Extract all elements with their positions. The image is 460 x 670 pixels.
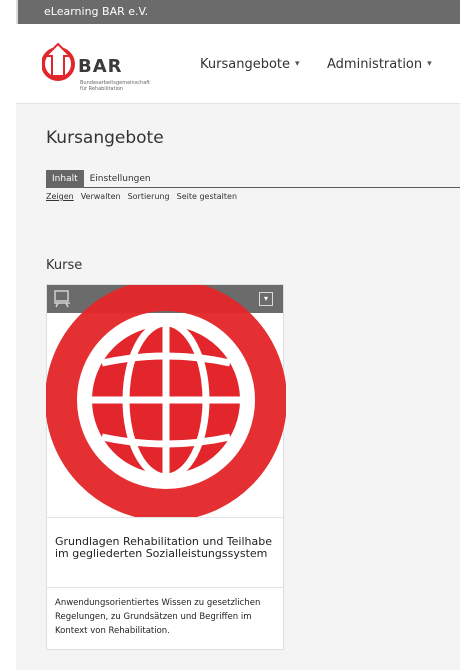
tab-inhalt[interactable]: Inhalt bbox=[46, 170, 84, 188]
subnav-seite-gestalten[interactable]: Seite gestalten bbox=[177, 192, 237, 201]
app-window: eLearning BAR e.V. BAR Bundesarbeitsgeme… bbox=[16, 0, 460, 670]
subnav-zeigen[interactable]: Zeigen bbox=[46, 192, 74, 201]
nav-item-kursangebote[interactable]: Kursangebote ▾ bbox=[200, 24, 300, 104]
bar-logo[interactable]: BAR Bundesarbeitsgemeinschaft für Rehabi… bbox=[41, 38, 162, 98]
page-title: Kursangebote bbox=[46, 128, 164, 148]
nav-item-label: Administration bbox=[327, 56, 423, 72]
top-bar: eLearning BAR e.V. bbox=[16, 0, 460, 24]
nav-item-administration[interactable]: Administration ▾ bbox=[327, 24, 432, 104]
sub-navigation: Zeigen Verwalten Sortierung Seite gestal… bbox=[46, 192, 237, 201]
card-divider bbox=[47, 517, 283, 518]
chevron-down-icon: ▾ bbox=[295, 59, 300, 69]
site-title[interactable]: eLearning BAR e.V. bbox=[44, 5, 148, 18]
section-title-kurse: Kurse bbox=[46, 258, 83, 273]
tab-bar: Inhalt Einstellungen bbox=[46, 170, 460, 188]
card-divider bbox=[47, 587, 283, 588]
course-description: Anwendungsorientiertes Wissen zu gesetzl… bbox=[55, 598, 261, 636]
chevron-down-icon: ▾ bbox=[427, 59, 432, 69]
logo-subtitle-2: für Rehabilitation bbox=[80, 86, 124, 92]
site-header: BAR Bundesarbeitsgemeinschaft für Rehabi… bbox=[16, 24, 460, 104]
nav-item-label: Kursangebote bbox=[200, 56, 290, 72]
tab-einstellungen[interactable]: Einstellungen bbox=[84, 170, 157, 188]
subnav-sortierung[interactable]: Sortierung bbox=[128, 192, 170, 201]
globe-icon bbox=[46, 285, 286, 517]
logo-name: BAR bbox=[78, 56, 123, 77]
course-title[interactable]: Grundlagen Rehabilitation und Teilhabe i… bbox=[55, 536, 275, 560]
course-card[interactable]: ▾ Grundlagen Rehabilitation und Teilhabe… bbox=[46, 284, 286, 650]
main-content: Kursangebote Inhalt Einstellungen Zeigen… bbox=[16, 104, 460, 670]
subnav-verwalten[interactable]: Verwalten bbox=[81, 192, 121, 201]
